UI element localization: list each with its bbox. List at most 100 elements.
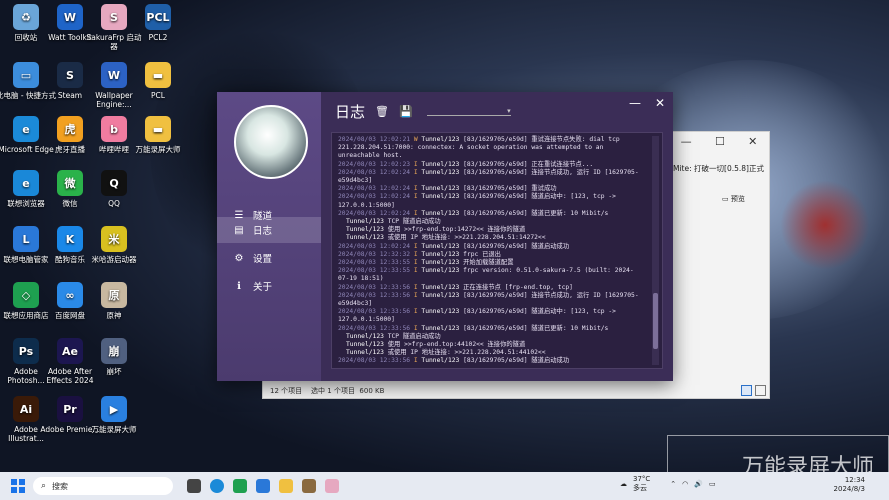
app-icon: K (57, 226, 83, 252)
log-message: TCP 隧道启动成功 (387, 218, 441, 226)
weather-desc: 多云 (633, 484, 647, 492)
log-message: [83/1629705/e59d] 隧道已更新: 10 Mibit/s (463, 209, 609, 217)
desktop-icon-label: PCL (151, 91, 165, 100)
log-tunnel: Tunnel/123 (421, 267, 464, 275)
minimize-icon[interactable]: — (629, 96, 641, 110)
weather-text: 37°C 多云 (633, 475, 650, 493)
app-icon: S (57, 62, 83, 88)
close-icon[interactable]: ✕ (748, 135, 757, 148)
package-icon[interactable] (302, 479, 316, 493)
task-view-icon[interactable] (187, 479, 201, 493)
start-button[interactable] (11, 479, 25, 493)
desktop-icon[interactable]: PCL PCL2 (128, 4, 188, 42)
weather-temp: 37°C (633, 475, 651, 483)
preview-button[interactable]: ▭ 预览 (722, 194, 745, 204)
store-icon[interactable] (256, 479, 270, 493)
nav-logs-label: 日志 (253, 226, 273, 237)
log-timestamp: 2024/08/03 12:33:56 (338, 308, 414, 316)
avatar[interactable] (234, 105, 308, 179)
app-icon[interactable] (233, 479, 247, 493)
scrollbar-thumb[interactable] (653, 293, 658, 349)
desktop-icon-label: 崩坏 (106, 367, 122, 376)
maximize-icon[interactable]: ☐ (715, 135, 725, 148)
log-tunnel: Tunnel/123 (421, 209, 464, 217)
log-tunnel: Tunnel/123 (421, 259, 464, 267)
explorer-view-toggle (741, 385, 766, 396)
close-icon[interactable]: ✕ (655, 96, 665, 110)
info-icon: ℹ (237, 280, 241, 292)
app-icon: ∞ (57, 282, 83, 308)
log-tunnel: Tunnel/123 (421, 324, 464, 332)
search-box[interactable]: ⌕ 搜索 (33, 477, 173, 495)
log-line: Tunnel/123 TCP 隧道启动成功 (338, 333, 644, 341)
log-line: 2024/08/03 12:02:24 I Tunnel/123 [83/162… (338, 169, 644, 185)
log-output[interactable]: 2024/08/03 12:02:21 W Tunnel/123 [83/162… (331, 132, 663, 369)
app-icon: Q (101, 170, 127, 196)
log-tunnel: Tunnel/123 (346, 341, 388, 349)
log-line: 2024/08/03 12:33:56 I Tunnel/123 [83/162… (338, 357, 644, 365)
desktop-icon-label: 万能录屏大师 (91, 425, 137, 434)
desktop-icon-label: 原神 (106, 311, 122, 320)
desktop-icon[interactable]: 原原神 (84, 282, 144, 320)
weather-widget[interactable]: ☁ 37°C 多云 ⌃ ◠ 🔊 ▭ (620, 475, 716, 493)
tiles-view-icon[interactable] (755, 385, 766, 396)
details-view-icon[interactable] (741, 385, 752, 396)
app-icon: Ps (13, 338, 39, 364)
log-timestamp: 2024/08/03 12:02:24 (338, 242, 414, 250)
app-window-controls: — ✕ (629, 96, 665, 110)
tray-arrow-icon[interactable]: ⌃ (670, 480, 676, 488)
app-icon: Pr (57, 396, 83, 422)
folder-icon[interactable] (279, 479, 293, 493)
log-tunnel: Tunnel/123 (421, 357, 464, 365)
log-message: TCP 隧道启动成功 (387, 332, 441, 340)
log-line: 2024/08/03 12:02:24 I Tunnel/123 [83/162… (338, 210, 644, 218)
nav-about[interactable]: ℹ 关于 (217, 273, 321, 299)
desktop-icon[interactable]: 米米哈游启动器 (84, 226, 144, 264)
log-tunnel: Tunnel/123 (421, 136, 464, 143)
app-icon: ▬ (145, 116, 171, 142)
save-log-icon[interactable]: 💾 (399, 105, 413, 118)
nav-about-label: 关于 (253, 282, 273, 293)
edge-icon[interactable] (210, 479, 224, 493)
log-message: [83/1629705/e59d] 正在重试连接节点... (463, 160, 594, 168)
desktop-icon[interactable]: 崩崩坏 (84, 338, 144, 376)
log-line: Tunnel/123 TCP 隧道启动成功 (338, 218, 644, 226)
log-message: [83/1629705/e59d] 重试成功 (463, 185, 557, 193)
app-icon: e (13, 116, 39, 142)
log-icon: ▤ (234, 224, 244, 236)
log-tunnel: Tunnel/123 (421, 185, 464, 193)
nav-settings[interactable]: ⚙ 设置 (217, 245, 321, 271)
desktop-icon[interactable]: ▬ 万能录屏大师 (128, 116, 188, 154)
log-header: 日志 🗑 💾 ▾ — ✕ (321, 92, 673, 130)
battery-icon[interactable]: ▭ (709, 480, 716, 488)
desktop-icon[interactable]: Q QQ (84, 170, 144, 208)
network-icon[interactable]: ◠ (682, 480, 688, 488)
nav-settings-label: 设置 (253, 254, 273, 265)
desktop-icon[interactable]: ▶ 万能录屏大师 (84, 396, 144, 434)
clear-log-icon[interactable]: 🗑 (375, 105, 389, 118)
sakurafrp-icon[interactable] (325, 479, 339, 493)
log-timestamp: 2024/08/03 12:33:55 (338, 259, 414, 267)
volume-icon[interactable]: 🔊 (694, 480, 703, 488)
tunnel-filter-select[interactable]: ▾ (426, 107, 511, 116)
log-line: 2024/08/03 12:33:56 I Tunnel/123 [83/162… (338, 292, 644, 308)
page-title: 日志 (335, 102, 366, 121)
log-tunnel: Tunnel/123 (421, 291, 464, 299)
nav-logs[interactable]: ▤ 日志 (217, 217, 321, 243)
desktop-icon-label: QQ (108, 199, 120, 208)
log-line: 2024/08/03 12:33:56 I Tunnel/123 正在连接节点 … (338, 284, 644, 292)
app-icon: e (13, 170, 39, 196)
log-line: 2024/08/03 12:02:24 I Tunnel/123 [83/162… (338, 243, 644, 251)
log-timestamp: 2024/08/03 12:33:56 (338, 291, 414, 299)
app-icon: S (101, 4, 127, 30)
log-scrollbar[interactable] (652, 136, 659, 365)
app-icon: ◇ (13, 282, 39, 308)
status-size: 600 KB (359, 387, 385, 395)
desktop-icon-label: 米哈游启动器 (91, 255, 137, 264)
clock[interactable]: 12:34 2024/8/3 (834, 476, 865, 494)
clock-date: 2024/8/3 (833, 485, 865, 493)
log-lines: 2024/08/03 12:02:21 W Tunnel/123 [83/162… (332, 133, 662, 366)
search-placeholder: 搜索 (52, 481, 69, 491)
minimize-icon[interactable]: — (681, 135, 692, 148)
desktop-icon[interactable]: ▬ PCL (128, 62, 188, 100)
